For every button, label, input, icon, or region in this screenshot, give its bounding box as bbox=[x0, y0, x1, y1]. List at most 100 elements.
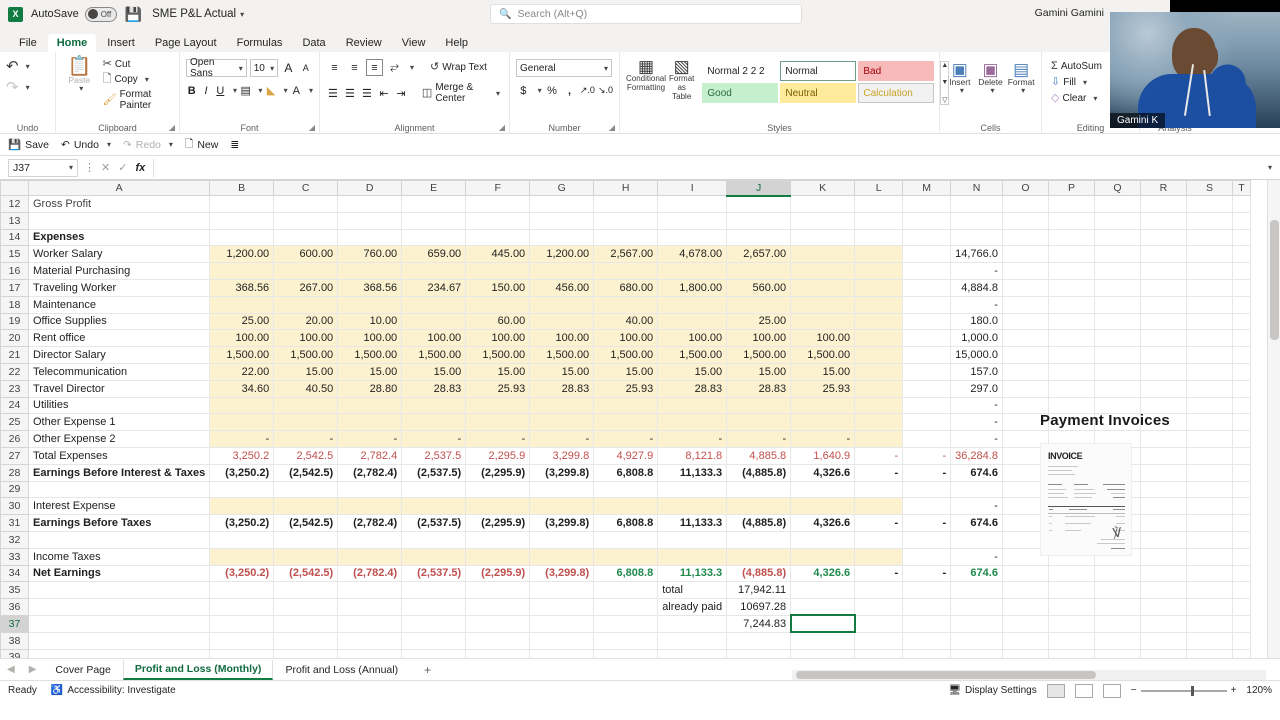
cell-e23[interactable]: 28.83 bbox=[401, 380, 467, 398]
cell-i20[interactable]: 100.00 bbox=[657, 329, 728, 348]
cell-c37[interactable] bbox=[273, 615, 339, 633]
cell-m19[interactable] bbox=[902, 313, 952, 331]
row-header-13[interactable]: 13 bbox=[0, 211, 29, 230]
cell-m38[interactable] bbox=[902, 632, 952, 650]
cell-c19[interactable]: 20.00 bbox=[273, 313, 339, 331]
cell-h28[interactable]: 6,808.8 bbox=[593, 463, 659, 482]
cell-r12[interactable] bbox=[1140, 195, 1187, 213]
cell-r19[interactable] bbox=[1140, 313, 1187, 331]
cell-m34[interactable]: - bbox=[902, 564, 952, 583]
cell-o16[interactable] bbox=[1002, 262, 1049, 280]
fill-color-icon[interactable]: ◣ bbox=[265, 82, 276, 99]
column-header-t[interactable]: T bbox=[1231, 180, 1251, 196]
cell-f12[interactable] bbox=[465, 195, 531, 213]
cell-r39[interactable] bbox=[1140, 649, 1187, 658]
cell-h25[interactable] bbox=[593, 413, 659, 432]
cell-h29[interactable] bbox=[593, 481, 659, 499]
cell-k29[interactable] bbox=[790, 481, 856, 499]
cell-r35[interactable] bbox=[1140, 581, 1187, 600]
table-row[interactable]: 14 Expenses bbox=[0, 228, 1251, 247]
cell-e39[interactable] bbox=[401, 649, 467, 658]
cell-b14[interactable] bbox=[209, 229, 275, 247]
currency-button[interactable]: $ bbox=[516, 82, 531, 99]
cell-k31[interactable]: 4,326.6 bbox=[790, 514, 856, 532]
cell-n21[interactable]: 15,000.0 bbox=[950, 346, 1003, 364]
cell-q13[interactable] bbox=[1094, 212, 1141, 230]
cell-k23[interactable]: 25.93 bbox=[790, 380, 856, 398]
cell-i18[interactable] bbox=[657, 296, 728, 314]
align-center-icon[interactable]: ☰ bbox=[343, 85, 357, 102]
undo-chevron-icon[interactable]: ▾ bbox=[26, 62, 30, 71]
align-bottom-icon[interactable]: ≡ bbox=[366, 59, 383, 76]
cell-j32[interactable] bbox=[726, 531, 792, 549]
alignment-dialog-launcher[interactable]: ◢ bbox=[499, 123, 505, 132]
table-row[interactable]: 21 Director Salary 1,500.00 1,500.00 1,500.0… bbox=[0, 346, 1251, 364]
insert-cells-button[interactable]: ▣ Insert ▾ bbox=[946, 61, 974, 96]
paste-button[interactable]: 📋 Paste ▾ bbox=[62, 57, 97, 94]
cell-p18[interactable] bbox=[1048, 296, 1095, 314]
cell-d27[interactable]: 2,782.4 bbox=[337, 446, 403, 465]
cell-a35[interactable] bbox=[28, 581, 211, 600]
row-header-30[interactable]: 30 bbox=[0, 497, 29, 516]
column-header-h[interactable]: H bbox=[593, 180, 659, 196]
row-header-32[interactable]: 32 bbox=[0, 530, 29, 549]
copy-chevron-icon[interactable]: ▾ bbox=[145, 75, 149, 84]
column-header-f[interactable]: F bbox=[465, 180, 531, 196]
cell-s36[interactable] bbox=[1186, 598, 1233, 616]
add-sheet-button[interactable]: + bbox=[410, 663, 445, 677]
conditional-formatting-button[interactable]: ▦ Conditional Formatting bbox=[626, 58, 666, 93]
cell-n25[interactable]: - bbox=[950, 413, 1003, 432]
cell-e24[interactable] bbox=[401, 397, 467, 415]
cell-n17[interactable]: 4,884.8 bbox=[950, 279, 1003, 297]
cell-q22[interactable] bbox=[1094, 363, 1141, 381]
cell-a28[interactable]: Earnings Before Interest & Taxes bbox=[28, 463, 211, 482]
style-good[interactable]: Good bbox=[702, 83, 779, 103]
cell-q19[interactable] bbox=[1094, 313, 1141, 331]
cell-o17[interactable] bbox=[1002, 279, 1049, 297]
cell-d25[interactable] bbox=[337, 413, 403, 432]
cell-l18[interactable] bbox=[854, 296, 904, 314]
cell-m29[interactable] bbox=[902, 481, 952, 499]
cell-f27[interactable]: 2,295.9 bbox=[465, 446, 531, 465]
cell-g23[interactable]: 28.83 bbox=[529, 380, 595, 398]
cell-n28[interactable]: 674.6 bbox=[950, 463, 1003, 482]
cell-g25[interactable] bbox=[529, 413, 595, 432]
cell-r22[interactable] bbox=[1140, 363, 1187, 381]
cell-t25[interactable] bbox=[1232, 413, 1251, 432]
cell-l14[interactable] bbox=[854, 229, 904, 247]
cell-m27[interactable]: - bbox=[902, 446, 952, 465]
format-as-table-button[interactable]: ▧ Format as Table bbox=[669, 58, 694, 101]
style-neutral[interactable]: Neutral bbox=[780, 83, 857, 103]
cell-t22[interactable] bbox=[1232, 363, 1251, 381]
cell-e28[interactable]: (2,537.5) bbox=[401, 463, 467, 482]
cell-a27[interactable]: Total Expenses bbox=[28, 446, 211, 465]
cell-j15[interactable]: 2,657.00 bbox=[726, 245, 792, 264]
cell-j16[interactable] bbox=[726, 262, 792, 280]
cell-g16[interactable] bbox=[529, 262, 595, 280]
cell-e13[interactable] bbox=[401, 212, 467, 230]
zoom-out-button[interactable]: − bbox=[1131, 685, 1137, 696]
row-header-18[interactable]: 18 bbox=[0, 295, 29, 314]
cell-f24[interactable] bbox=[465, 397, 531, 415]
cell-d33[interactable] bbox=[337, 548, 403, 566]
cell-a12[interactable]: Gross Profit bbox=[28, 195, 211, 213]
cell-s19[interactable] bbox=[1186, 313, 1233, 331]
cell-s18[interactable] bbox=[1186, 296, 1233, 314]
cell-l36[interactable] bbox=[854, 598, 904, 616]
horizontal-scroll-thumb[interactable] bbox=[796, 671, 1096, 679]
column-header-l[interactable]: L bbox=[854, 180, 904, 196]
bold-button[interactable]: B bbox=[186, 82, 197, 99]
cell-a21[interactable]: Director Salary bbox=[28, 346, 211, 364]
cell-a30[interactable]: Interest Expense bbox=[28, 497, 211, 516]
cell-f29[interactable] bbox=[465, 481, 531, 499]
cell-m24[interactable] bbox=[902, 397, 952, 415]
save-icon[interactable]: 💾 bbox=[125, 6, 142, 23]
delete-cells-button[interactable]: ▣ Delete ▾ bbox=[977, 61, 1005, 96]
cell-f30[interactable] bbox=[465, 497, 531, 516]
cell-k21[interactable]: 1,500.00 bbox=[790, 346, 856, 364]
cell-n30[interactable]: - bbox=[950, 497, 1003, 516]
cell-g27[interactable]: 3,299.8 bbox=[529, 446, 595, 465]
zoom-in-button[interactable]: + bbox=[1231, 685, 1237, 696]
sheet-tab-cover-page[interactable]: Cover Page bbox=[43, 660, 122, 680]
cell-g15[interactable]: 1,200.00 bbox=[529, 245, 595, 264]
